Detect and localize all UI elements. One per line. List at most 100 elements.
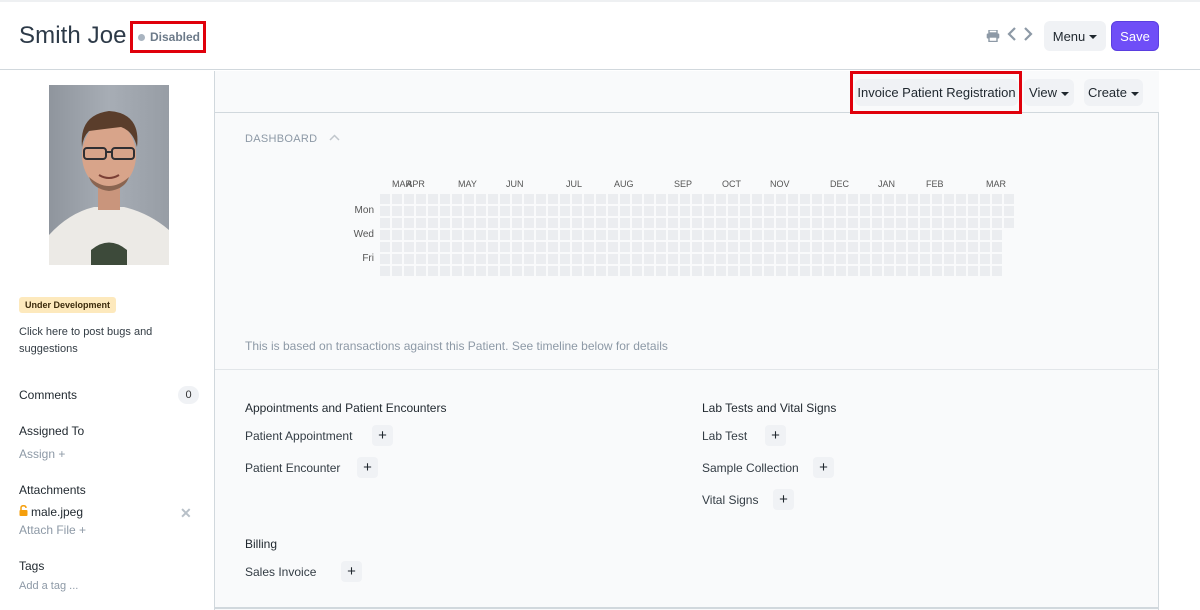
heatmap-cell[interactable]	[380, 242, 390, 252]
heatmap-cell[interactable]	[380, 230, 390, 240]
heatmap-cell[interactable]	[572, 230, 582, 240]
heatmap-cell[interactable]	[932, 230, 942, 240]
heatmap-cell[interactable]	[644, 242, 654, 252]
heatmap-cell[interactable]	[560, 230, 570, 240]
heatmap-cell[interactable]	[788, 254, 798, 264]
heatmap-cell[interactable]	[956, 194, 966, 204]
heatmap-cell[interactable]	[824, 266, 834, 276]
heatmap-cell[interactable]	[524, 266, 534, 276]
heatmap-cell[interactable]	[416, 218, 426, 228]
heatmap-cell[interactable]	[584, 266, 594, 276]
heatmap-cell[interactable]	[812, 230, 822, 240]
heatmap-cell[interactable]	[692, 266, 702, 276]
heatmap-cell[interactable]	[908, 242, 918, 252]
heatmap-cell[interactable]	[488, 194, 498, 204]
heatmap-cell[interactable]	[404, 206, 414, 216]
heatmap-cell[interactable]	[896, 254, 906, 264]
heatmap-cell[interactable]	[668, 206, 678, 216]
remove-attachment-icon[interactable]: ✕	[180, 505, 192, 522]
heatmap-cell[interactable]	[380, 218, 390, 228]
heatmap-cell[interactable]	[932, 242, 942, 252]
heatmap-cell[interactable]	[716, 266, 726, 276]
heatmap-cell[interactable]	[872, 230, 882, 240]
heatmap-cell[interactable]	[692, 194, 702, 204]
heatmap-cell[interactable]	[944, 242, 954, 252]
heatmap-cell[interactable]	[416, 254, 426, 264]
view-dropdown[interactable]: View	[1024, 79, 1074, 106]
heatmap-cell[interactable]	[548, 254, 558, 264]
heatmap-cell[interactable]	[752, 218, 762, 228]
heatmap-cell[interactable]	[704, 194, 714, 204]
heatmap-cell[interactable]	[548, 230, 558, 240]
heatmap-cell[interactable]	[464, 230, 474, 240]
heatmap-cell[interactable]	[908, 218, 918, 228]
heatmap-cell[interactable]	[944, 254, 954, 264]
heatmap-cell[interactable]	[476, 266, 486, 276]
heatmap-cell[interactable]	[788, 230, 798, 240]
heatmap-cell[interactable]	[860, 194, 870, 204]
heatmap-cell[interactable]	[728, 242, 738, 252]
link-item[interactable]: Patient Appointment	[245, 429, 352, 443]
heatmap-cell[interactable]	[512, 206, 522, 216]
heatmap-cell[interactable]	[428, 206, 438, 216]
heatmap-cell[interactable]	[476, 254, 486, 264]
heatmap-cell[interactable]	[620, 242, 630, 252]
heatmap-cell[interactable]	[572, 266, 582, 276]
heatmap-cell[interactable]	[560, 242, 570, 252]
heatmap-cell[interactable]	[524, 242, 534, 252]
heatmap-cell[interactable]	[488, 242, 498, 252]
heatmap-cell[interactable]	[884, 206, 894, 216]
chevron-right-icon[interactable]	[1023, 27, 1033, 44]
heatmap-cell[interactable]	[752, 194, 762, 204]
heatmap-cell[interactable]	[824, 242, 834, 252]
heatmap-cell[interactable]	[884, 230, 894, 240]
heatmap-cell[interactable]	[716, 218, 726, 228]
heatmap-cell[interactable]	[560, 218, 570, 228]
heatmap-cell[interactable]	[704, 242, 714, 252]
heatmap-cell[interactable]	[548, 206, 558, 216]
printer-icon[interactable]	[986, 29, 1000, 45]
heatmap-cell[interactable]	[548, 266, 558, 276]
heatmap-cell[interactable]	[800, 266, 810, 276]
heatmap-cell[interactable]	[752, 206, 762, 216]
heatmap-cell[interactable]	[956, 242, 966, 252]
heatmap-cell[interactable]	[404, 194, 414, 204]
heatmap-cell[interactable]	[968, 242, 978, 252]
heatmap-cell[interactable]	[884, 242, 894, 252]
heatmap-cell[interactable]	[464, 254, 474, 264]
heatmap-cell[interactable]	[740, 254, 750, 264]
heatmap-cell[interactable]	[932, 254, 942, 264]
heatmap-cell[interactable]	[584, 218, 594, 228]
heatmap-cell[interactable]	[908, 266, 918, 276]
heatmap-cell[interactable]	[572, 254, 582, 264]
heatmap-cell[interactable]	[524, 230, 534, 240]
heatmap-cell[interactable]	[824, 230, 834, 240]
heatmap-cell[interactable]	[980, 254, 990, 264]
heatmap-cell[interactable]	[512, 230, 522, 240]
heatmap-cell[interactable]	[608, 254, 618, 264]
heatmap-cell[interactable]	[404, 218, 414, 228]
heatmap-cell[interactable]	[992, 230, 1002, 240]
heatmap-cell[interactable]	[656, 206, 666, 216]
heatmap-cell[interactable]	[788, 218, 798, 228]
post-bugs-link[interactable]: Click here to post bugs and suggestions	[19, 324, 169, 358]
heatmap-cell[interactable]	[932, 206, 942, 216]
heatmap-cell[interactable]	[956, 266, 966, 276]
heatmap-cell[interactable]	[692, 218, 702, 228]
heatmap-cell[interactable]	[788, 266, 798, 276]
heatmap-cell[interactable]	[872, 194, 882, 204]
heatmap-cell[interactable]	[968, 194, 978, 204]
heatmap-cell[interactable]	[944, 230, 954, 240]
heatmap-cell[interactable]	[584, 254, 594, 264]
heatmap-cell[interactable]	[992, 266, 1002, 276]
heatmap-cell[interactable]	[596, 206, 606, 216]
heatmap-cell[interactable]	[992, 194, 1002, 204]
heatmap-cell[interactable]	[704, 230, 714, 240]
heatmap-cell[interactable]	[428, 266, 438, 276]
heatmap-cell[interactable]	[644, 206, 654, 216]
heatmap-cell[interactable]	[860, 206, 870, 216]
heatmap-cell[interactable]	[632, 254, 642, 264]
heatmap-cell[interactable]	[404, 254, 414, 264]
heatmap-cell[interactable]	[908, 254, 918, 264]
heatmap-cell[interactable]	[560, 206, 570, 216]
